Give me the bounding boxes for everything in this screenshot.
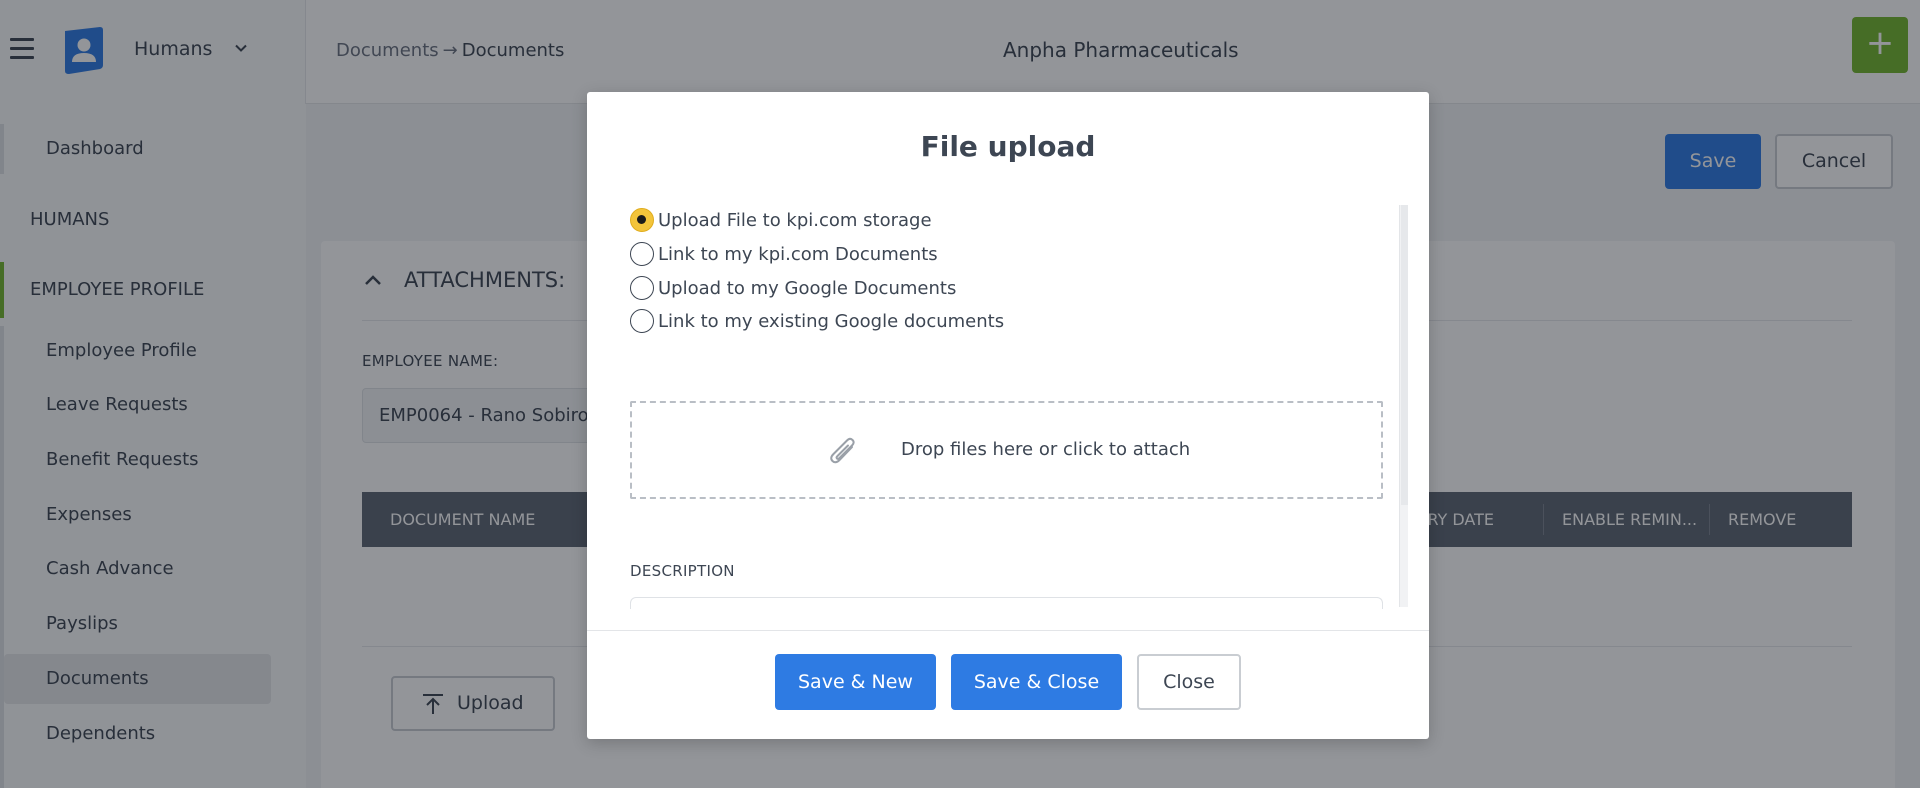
radio-label: Upload to my Google Documents: [658, 277, 957, 299]
radio-button[interactable]: [630, 276, 654, 300]
save-and-new-button[interactable]: Save & New: [775, 654, 936, 710]
radio-option-google-upload[interactable]: Upload to my Google Documents: [630, 274, 956, 302]
radio-button[interactable]: [630, 242, 654, 266]
dialog-scrollbar[interactable]: [1399, 205, 1408, 607]
radio-option-kpi-storage[interactable]: Upload File to kpi.com storage: [630, 206, 932, 234]
description-label: DESCRIPTION: [630, 562, 735, 580]
radio-button[interactable]: [630, 208, 654, 232]
radio-label: Upload File to kpi.com storage: [658, 209, 932, 231]
description-textarea[interactable]: [630, 597, 1383, 609]
dialog-footer-divider: [587, 630, 1429, 631]
radio-label: Link to my existing Google documents: [658, 310, 1005, 332]
save-and-close-button[interactable]: Save & Close: [951, 654, 1122, 710]
radio-option-google-link[interactable]: Link to my existing Google documents: [630, 307, 1004, 335]
close-button[interactable]: Close: [1137, 654, 1241, 710]
radio-option-kpi-documents[interactable]: Link to my kpi.com Documents: [630, 240, 938, 268]
radio-button[interactable]: [630, 309, 654, 333]
dropzone-text: Drop files here or click to attach: [901, 439, 1191, 460]
paperclip-icon: [830, 437, 855, 464]
radio-label: Link to my kpi.com Documents: [658, 243, 938, 265]
dialog-title: File upload: [920, 130, 1096, 163]
scrollbar-thumb[interactable]: [1401, 205, 1408, 505]
file-dropzone[interactable]: Drop files here or click to attach: [630, 401, 1383, 499]
file-upload-dialog: File upload Upload File to kpi.com stora…: [587, 92, 1429, 739]
